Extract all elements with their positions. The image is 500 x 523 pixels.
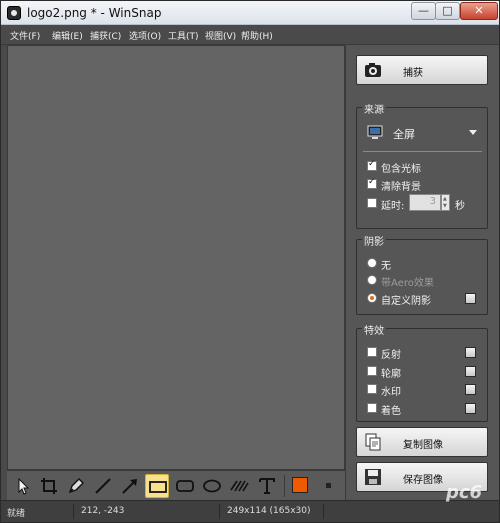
rounded-rectangle-icon[interactable]: [173, 474, 197, 498]
close-button[interactable]: ✕: [460, 2, 498, 20]
outline-checkbox[interactable]: [367, 366, 377, 376]
ellipse-icon[interactable]: [200, 474, 224, 498]
toolbar-divider: [284, 475, 285, 497]
spinner-down-icon: ▼: [443, 203, 447, 209]
save-icon: [364, 468, 382, 486]
delay-value: 3: [429, 196, 436, 207]
menu-capture[interactable]: 捕获(C): [90, 29, 121, 42]
copy-image-button[interactable]: 复制图像: [356, 427, 488, 457]
rectangle-icon[interactable]: [145, 474, 169, 498]
watermark-settings-button[interactable]: [465, 384, 476, 395]
outline-settings-button[interactable]: [465, 366, 476, 377]
crop-icon[interactable]: [37, 474, 61, 498]
source-divider: [363, 151, 482, 152]
source-mode-dropdown[interactable]: 全屏: [367, 124, 479, 142]
capture-button[interactable]: 捕获: [356, 55, 488, 85]
spinner-up-icon: ▲: [443, 196, 447, 202]
shadow-custom-radio[interactable]: [367, 293, 377, 303]
maximize-button[interactable]: □: [435, 2, 460, 20]
menu-edit[interactable]: 编辑(E): [52, 29, 83, 42]
save-image-label: 保存图像: [403, 475, 443, 486]
status-divider: [219, 504, 220, 519]
menu-help[interactable]: 帮助(H): [241, 29, 273, 42]
capture-label: 捕获: [403, 68, 423, 79]
watermark-label: 水印: [381, 387, 401, 398]
camera-icon: [364, 61, 382, 79]
reflection-checkbox[interactable]: [367, 347, 377, 357]
title-bar: logo2.png * - WinSnap — □ ✕: [1, 1, 499, 25]
include-cursor-checkbox[interactable]: [367, 159, 377, 171]
status-selection-size: 249x114 (165x30): [227, 506, 311, 516]
reflection-settings-button[interactable]: [465, 347, 476, 358]
delay-spinner[interactable]: ▲ ▼: [441, 194, 450, 211]
colorize-label: 着色: [381, 406, 401, 417]
window-title: logo2.png * - WinSnap: [27, 6, 162, 20]
shadow-none-label: 无: [381, 261, 391, 272]
delay-unit: 秒: [455, 201, 465, 212]
outline-label: 轮廓: [381, 369, 401, 380]
effects-title: 特效: [362, 322, 386, 337]
shadow-settings-button[interactable]: [465, 293, 476, 304]
arrow-icon[interactable]: [118, 474, 142, 498]
effects-group: 特效 反射 轮廓 水印 着色: [356, 322, 488, 422]
colorize-checkbox[interactable]: [367, 403, 377, 413]
shadow-group: 阴影 无 带Aero效果 自定义阴影: [356, 233, 488, 315]
status-cursor-position: 212, -243: [81, 506, 125, 516]
line-width-selector[interactable]: [317, 474, 341, 498]
source-mode-value: 全屏: [393, 128, 415, 141]
copy-icon: [364, 433, 382, 451]
app-window: logo2.png * - WinSnap — □ ✕ 文件(F) 编辑(E) …: [0, 0, 500, 523]
reflection-label: 反射: [381, 350, 401, 361]
menu-view[interactable]: 视图(V): [205, 29, 236, 42]
minimize-button[interactable]: —: [411, 2, 436, 20]
clear-background-checkbox[interactable]: [367, 177, 377, 189]
shadow-custom-label: 自定义阴影: [381, 296, 431, 307]
colorize-settings-button[interactable]: [465, 403, 476, 414]
menu-bar: 文件(F) 编辑(E) 捕获(C) 选项(O) 工具(T) 视图(V) 帮助(H…: [1, 25, 499, 45]
hatch-icon[interactable]: [227, 474, 251, 498]
shadow-aero-radio[interactable]: [367, 275, 377, 285]
image-canvas[interactable]: [7, 45, 345, 470]
source-group: 来源 全屏 包含光标 清除背景 延时: 3 ▲ ▼ 秒: [356, 101, 488, 229]
shadow-aero-label: 带Aero效果: [381, 278, 434, 289]
status-bar: 就绪 212, -243 249x114 (165x30): [1, 500, 499, 522]
options-sidebar: 捕获 来源 全屏 包含光标 清除背景 延时: 3 ▲ ▼: [345, 45, 499, 500]
app-icon: [7, 6, 21, 20]
line-icon[interactable]: [91, 474, 115, 498]
status-state: 就绪: [7, 509, 26, 519]
watermark-checkbox[interactable]: [367, 384, 377, 394]
line-width-dot-icon: [326, 483, 331, 488]
monitor-icon: [367, 125, 383, 143]
text-icon[interactable]: [255, 474, 279, 498]
status-divider: [73, 504, 74, 519]
color-swatch: [292, 477, 308, 493]
delay-checkbox[interactable]: [367, 198, 377, 208]
copy-image-label: 复制图像: [403, 440, 443, 451]
source-title: 来源: [362, 101, 386, 116]
include-cursor-label: 包含光标: [381, 164, 421, 175]
pointer-icon[interactable]: [11, 474, 35, 498]
menu-tools[interactable]: 工具(T): [168, 29, 199, 42]
chevron-down-icon: [469, 130, 477, 135]
menu-file[interactable]: 文件(F): [10, 29, 40, 42]
delay-input[interactable]: 3: [409, 194, 441, 211]
color-picker[interactable]: [289, 474, 313, 498]
watermark-logo: pc6: [446, 482, 483, 503]
delay-label: 延时:: [381, 201, 405, 212]
clear-background-label: 清除背景: [381, 182, 421, 193]
pen-icon[interactable]: [64, 474, 88, 498]
shadow-title: 阴影: [362, 233, 386, 248]
shadow-none-radio[interactable]: [367, 258, 377, 268]
status-divider: [323, 504, 324, 519]
menu-options[interactable]: 选项(O): [129, 29, 161, 42]
drawing-toolbar: [7, 470, 345, 500]
